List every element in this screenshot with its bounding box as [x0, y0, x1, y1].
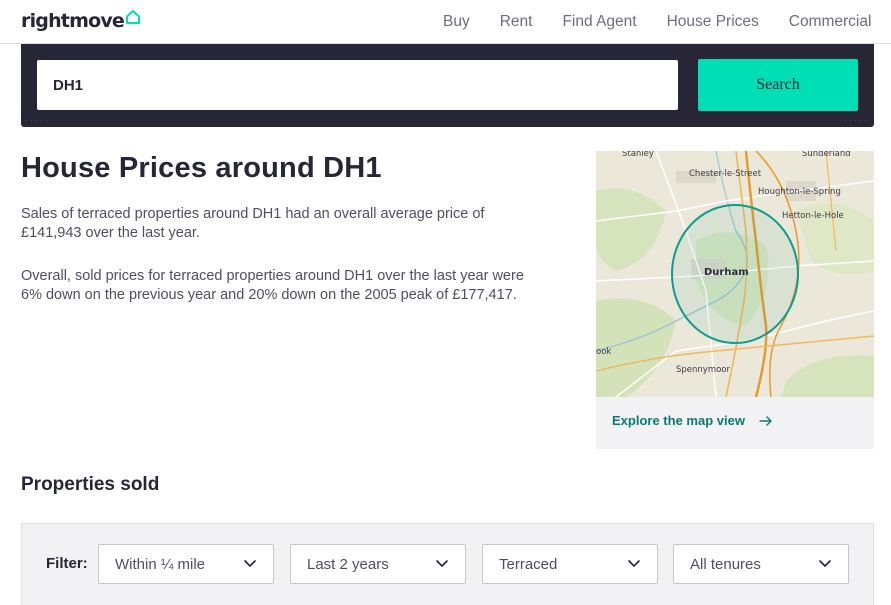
location-search-input[interactable] [37, 60, 678, 110]
filter-label: Filter: [46, 555, 88, 572]
radius-select[interactable]: Within ¼ mile [98, 544, 274, 584]
page-title: House Prices around DH1 [21, 152, 382, 184]
map-card[interactable]: Stanley Sunderland Chester-le-Street Hou… [596, 151, 874, 449]
map-label-chester-le-street: Chester-le-Street [689, 169, 762, 179]
trend-paragraph: Overall, sold prices for terraced proper… [21, 268, 524, 303]
tenure-select-value: All tenures [690, 555, 761, 573]
summary-paragraph: Sales of terraced properties around DH1 … [21, 206, 485, 241]
map-label-spennymoor: Spennymoor [676, 365, 731, 375]
nav-buy[interactable]: Buy [443, 4, 470, 40]
nav-rent[interactable]: Rent [500, 4, 533, 40]
arrow-right-icon [759, 415, 772, 426]
period-select[interactable]: Last 2 years [290, 544, 466, 584]
nav-find-agent[interactable]: Find Agent [562, 4, 636, 40]
tenure-select[interactable]: All tenures [673, 544, 849, 584]
rightmove-logo[interactable]: rightmove [21, 8, 141, 34]
radius-select-value: Within ¼ mile [115, 555, 206, 573]
property-type-select-value: Terraced [499, 555, 558, 573]
map-label-houghton: Houghton-le-Spring [758, 187, 841, 197]
decorative-dots-left: ∙∙∙∙∙ [25, 116, 52, 125]
map-label-durham: Durham [704, 267, 749, 278]
chevron-down-icon [244, 560, 256, 567]
search-banner: Search ∙∙∙∙∙ ∙∙∙∙∙ [21, 44, 874, 127]
map-label-stanley: Stanley [622, 151, 654, 159]
explore-map-label: Explore the map view [612, 413, 745, 428]
house-icon [126, 10, 141, 24]
property-type-select[interactable]: Terraced [482, 544, 658, 584]
map-label-crook: ook [596, 347, 611, 357]
logo-text: rightmove [21, 10, 125, 32]
explore-map-link[interactable]: Explore the map view [612, 413, 773, 428]
map-label-hetton: Hetton-le-Hole [782, 211, 844, 221]
site-header: rightmove Buy Rent Find Agent House Pric… [0, 0, 891, 44]
chevron-down-icon [436, 560, 448, 567]
nav-commercial[interactable]: Commercial [789, 4, 872, 40]
period-select-value: Last 2 years [307, 555, 389, 573]
chevron-down-icon [819, 560, 831, 567]
nav-house-prices[interactable]: House Prices [667, 4, 759, 40]
properties-sold-heading: Properties sold [21, 474, 160, 495]
chevron-down-icon [628, 560, 640, 567]
filter-bar: Filter: Within ¼ mile Last 2 years Terra… [21, 523, 874, 605]
map-label-sunderland: Sunderland [802, 151, 851, 159]
main-nav: Buy Rent Find Agent House Prices Commerc… [443, 0, 891, 44]
search-button[interactable]: Search [698, 59, 858, 111]
decorative-dots-right: ∙∙∙∙∙ [843, 116, 870, 125]
area-map[interactable]: Stanley Sunderland Chester-le-Street Hou… [596, 151, 874, 397]
map-illustration: Stanley Sunderland Chester-le-Street Hou… [596, 151, 874, 397]
